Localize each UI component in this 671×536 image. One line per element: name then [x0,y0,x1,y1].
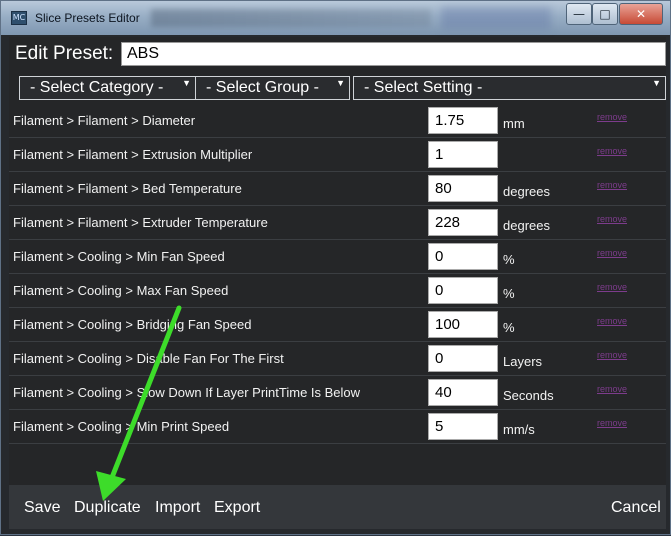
footer-bar: Save Duplicate Import Export Cancel [9,485,666,529]
remove-link[interactable]: remove [597,316,627,326]
preset-name-input[interactable]: ABS [121,42,666,66]
remove-link[interactable]: remove [597,112,627,122]
setting-path: Filament > Cooling > Slow Down If Layer … [13,385,361,400]
setting-value-input[interactable]: 1.75 [428,107,498,134]
export-button[interactable]: Export [214,499,260,517]
setting-value-input[interactable]: 228 [428,209,498,236]
setting-value-input[interactable]: 5 [428,413,498,440]
title-bar[interactable]: MC Slice Presets Editor — □ ✕ [1,1,670,35]
remove-link[interactable]: remove [597,146,627,156]
setting-unit: mm [503,116,525,131]
save-button[interactable]: Save [24,499,60,517]
remove-link[interactable]: remove [597,248,627,258]
select-group-dropdown[interactable]: - Select Group - ▼ [195,76,350,100]
setting-path: Filament > Cooling > Disable Fan For The… [13,351,284,366]
setting-row: Filament > Filament > Diameter 1.75 mm remo… [9,104,666,138]
select-group-label: - Select Group - [206,79,319,96]
minimize-button[interactable]: — [566,3,592,25]
setting-unit: Layers [503,354,543,369]
setting-unit: degrees [503,184,550,199]
setting-value-input[interactable]: 0 [428,345,498,372]
setting-value-input[interactable]: 0 [428,277,498,304]
setting-path: Filament > Cooling > Max Fan Speed [13,283,229,298]
setting-row: Filament > Filament > Bed Temperature 80 d… [9,172,666,206]
editor-content: Edit Preset: ABS - Select Category - ▼ -… [9,37,666,529]
setting-row: Filament > Cooling > Min Fan Speed 0% remo… [9,240,666,274]
setting-row: Filament > Filament > Extrusion Multipli… [9,138,666,172]
setting-unit: % [503,252,515,267]
setting-value-input[interactable]: 40 [428,379,498,406]
setting-row: Filament > Cooling > Bridging Fan Speed 1… [9,308,666,342]
settings-list: Filament > Filament > Diameter 1.75 mm remo… [9,104,666,444]
setting-unit: degrees [503,218,550,233]
remove-link[interactable]: remove [597,418,627,428]
setting-path: Filament > Filament > Extruder Temperatu… [13,215,268,230]
edit-preset-label: Edit Preset: [15,43,114,64]
setting-value-input[interactable]: 100 [428,311,498,338]
setting-unit: % [503,320,515,335]
setting-row: Filament > Cooling > Max Fan Speed 0% remo… [9,274,666,308]
select-setting-dropdown[interactable]: - Select Setting - ▼ [353,76,666,100]
app-icon: MC [11,11,27,25]
setting-path: Filament > Cooling > Min Print Speed [13,419,230,434]
setting-row: Filament > Cooling > Disable Fan For The… [9,342,666,376]
setting-value-input[interactable]: 80 [428,175,498,202]
setting-path: Filament > Cooling > Bridging Fan Speed [13,317,252,332]
maximize-button[interactable]: □ [592,3,618,25]
setting-unit: % [503,286,515,301]
blurred-background [151,9,431,27]
setting-path: Filament > Cooling > Min Fan Speed [13,249,225,264]
select-category-label: - Select Category - [30,79,164,96]
setting-value-input[interactable]: 0 [428,243,498,270]
dropdown-arrow-icon: ▼ [652,78,661,88]
import-button[interactable]: Import [155,499,200,517]
dropdown-arrow-icon: ▼ [182,78,191,88]
remove-link[interactable]: remove [597,180,627,190]
window-title: Slice Presets Editor [35,11,140,25]
duplicate-button[interactable]: Duplicate [74,499,141,517]
select-setting-label: - Select Setting - [364,79,483,96]
setting-unit: Seconds [503,388,554,403]
remove-link[interactable]: remove [597,350,627,360]
setting-path: Filament > Filament > Extrusion Multipli… [13,147,253,162]
dropdown-arrow-icon: ▼ [336,78,345,88]
slice-presets-window: MC Slice Presets Editor — □ ✕ Edit Prese… [0,0,671,535]
setting-row: Filament > Cooling > Min Print Speed 5 mm/… [9,410,666,444]
setting-row: Filament > Filament > Extruder Temperatu… [9,206,666,240]
remove-link[interactable]: remove [597,384,627,394]
cancel-button[interactable]: Cancel [611,499,661,517]
setting-path: Filament > Filament > Bed Temperature [13,181,242,196]
setting-row: Filament > Cooling > Slow Down If Layer … [9,376,666,410]
edit-preset-row: Edit Preset: ABS [9,41,666,67]
blurred-background-2 [441,7,551,29]
remove-link[interactable]: remove [597,282,627,292]
setting-value-input[interactable]: 1 [428,141,498,168]
setting-unit: mm/s [503,422,535,437]
close-button[interactable]: ✕ [619,3,663,25]
setting-path: Filament > Filament > Diameter [13,113,196,128]
select-category-dropdown[interactable]: - Select Category - ▼ [19,76,196,100]
remove-link[interactable]: remove [597,214,627,224]
